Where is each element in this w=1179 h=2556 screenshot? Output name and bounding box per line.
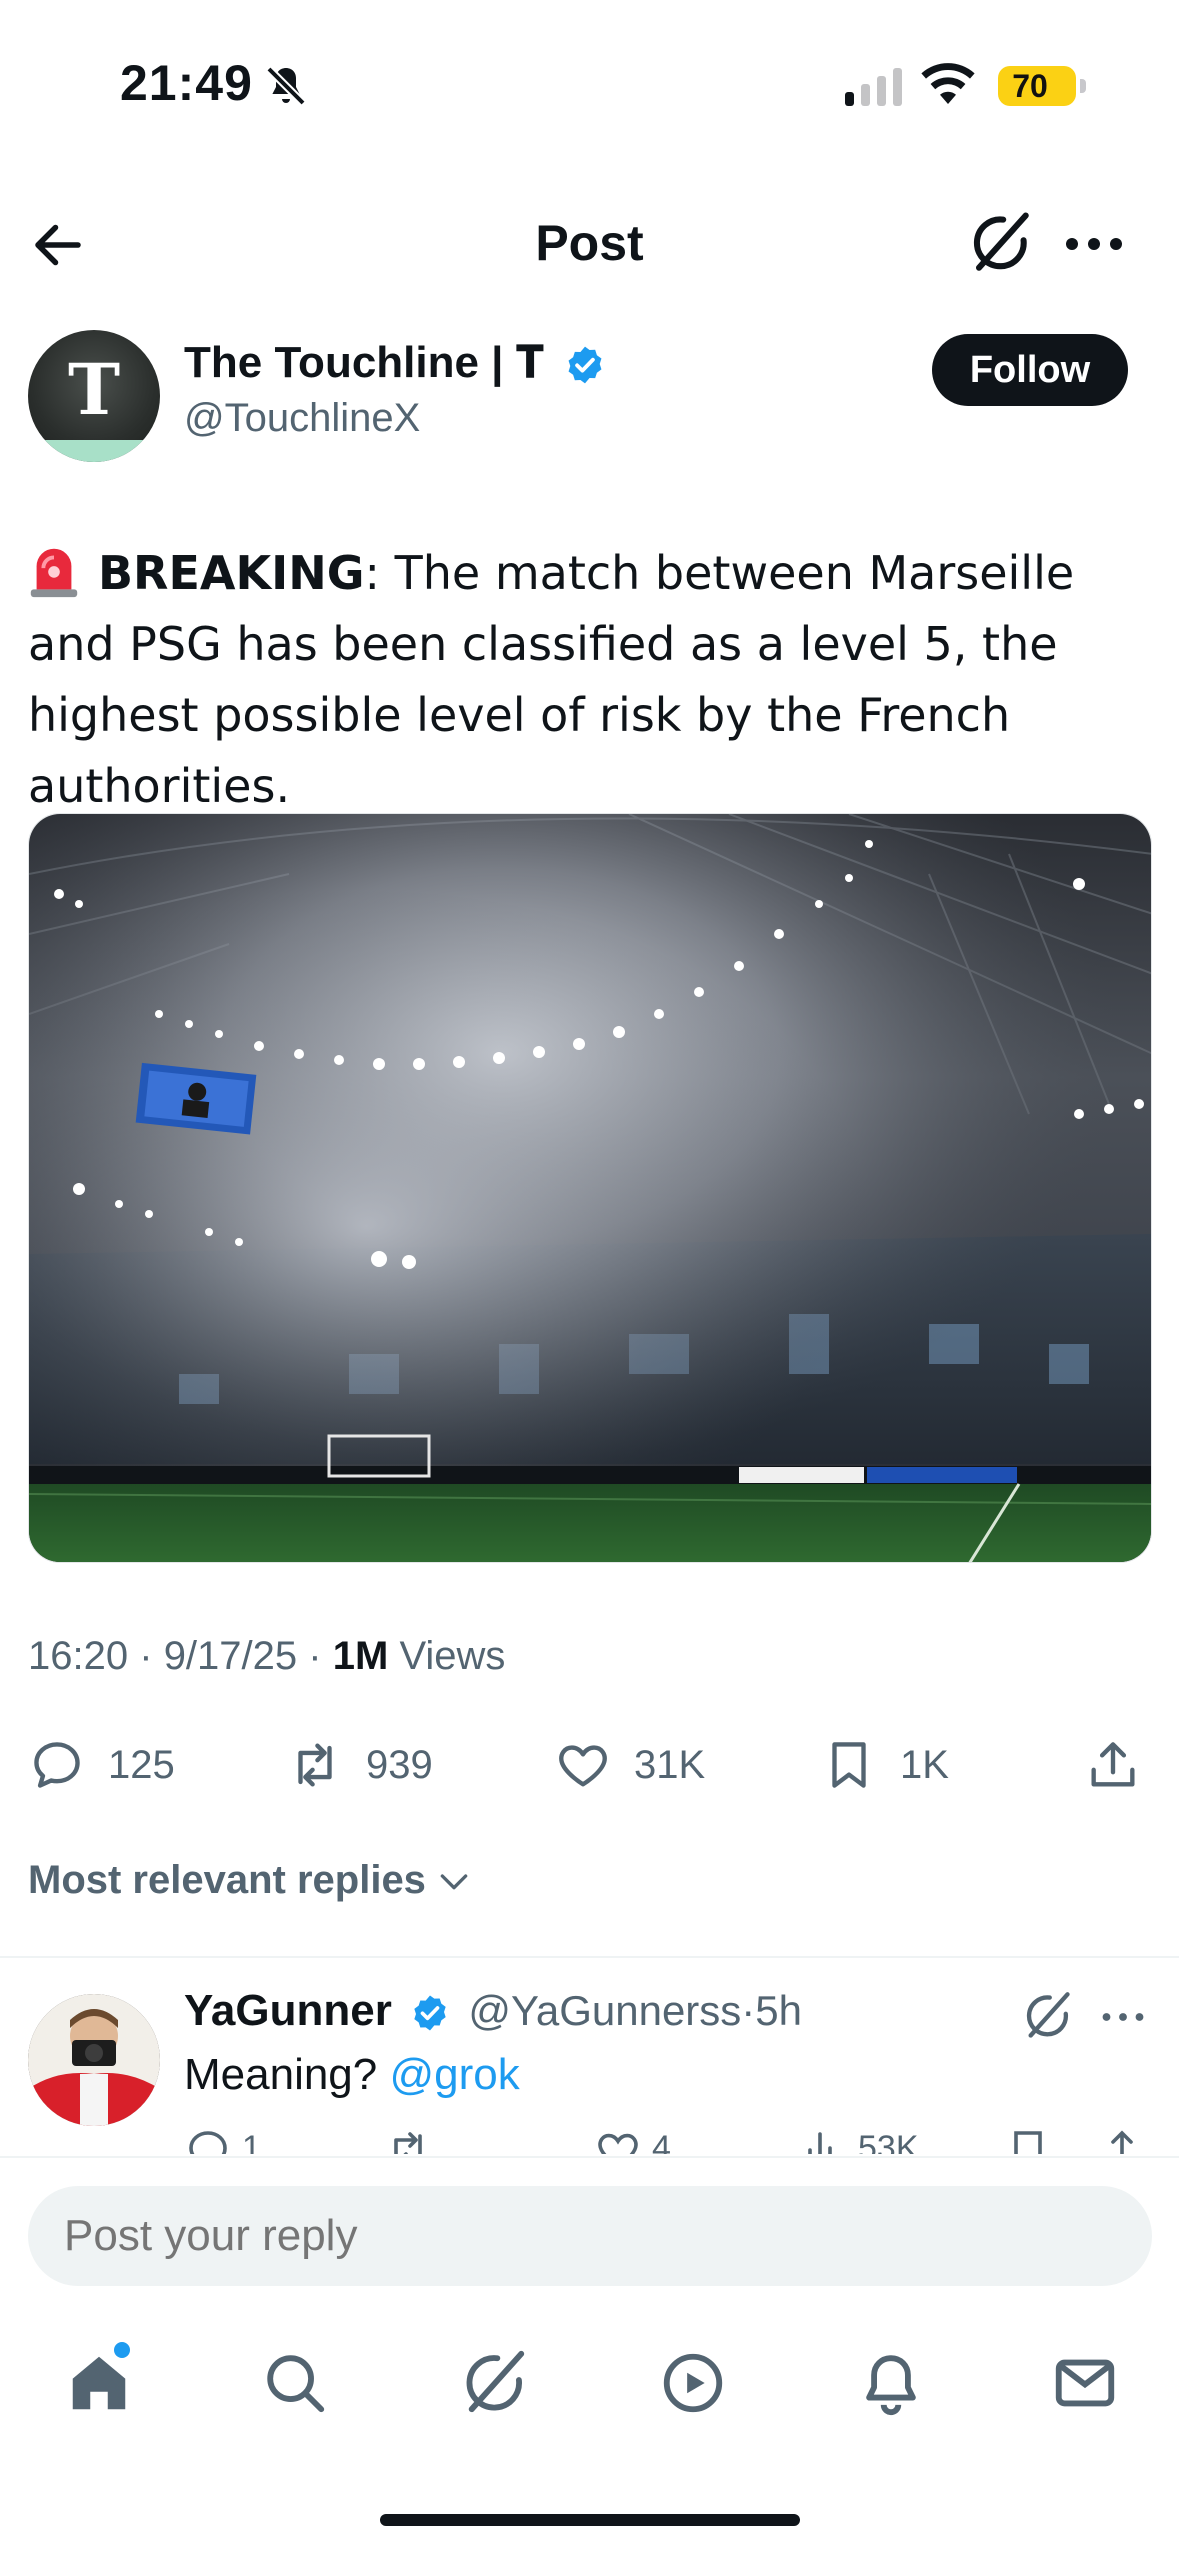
reply-count: 125 bbox=[108, 1742, 175, 1787]
notifications-icon bbox=[866, 2355, 916, 2416]
post-meta: 16:20 · 9/17/25 · 1M Views bbox=[28, 1634, 505, 1679]
replies-sort-label: Most relevant replies bbox=[28, 1858, 426, 1902]
bottom-panel bbox=[0, 2156, 1179, 2556]
stadium-photo bbox=[29, 814, 1151, 1562]
reply-body: Meaning? bbox=[184, 2050, 390, 2099]
bookmark-icon bbox=[832, 1742, 866, 1788]
post-text: BREAKING: The match between Marseille an… bbox=[28, 538, 1158, 822]
like-button[interactable]: 31K bbox=[554, 1730, 705, 1800]
tab-search[interactable] bbox=[250, 2338, 340, 2428]
avatar-strip bbox=[28, 440, 160, 462]
home-indicator[interactable] bbox=[380, 2514, 800, 2526]
bookmark-icon bbox=[1014, 2131, 1042, 2154]
post-date: 9/17/25 bbox=[163, 1634, 298, 1678]
meta-separator: · bbox=[308, 1634, 322, 1678]
home-unread-dot bbox=[114, 2342, 130, 2358]
more-options-icon[interactable] bbox=[1064, 222, 1124, 266]
tab-video[interactable] bbox=[648, 2338, 738, 2428]
reply-share-button[interactable] bbox=[1098, 2126, 1146, 2154]
replies-sort-dropdown[interactable]: Most relevant replies bbox=[28, 1858, 474, 1903]
reply-like-button[interactable]: 4 bbox=[594, 2126, 671, 2154]
tab-home[interactable] bbox=[54, 2338, 144, 2428]
reply-header: YaGunner @YaGunnerss·5h bbox=[184, 1986, 802, 2036]
reply-reply-button[interactable]: 1 bbox=[184, 2126, 261, 2154]
search-icon bbox=[267, 2355, 325, 2413]
like-count: 31K bbox=[634, 1742, 706, 1787]
reply-button[interactable]: 125 bbox=[28, 1730, 175, 1800]
reply-text: Meaning? @grok bbox=[184, 2050, 520, 2100]
share-button[interactable] bbox=[1084, 1730, 1142, 1800]
post-actions: 125 939 31K 1K bbox=[0, 1730, 1179, 1800]
reply-input[interactable] bbox=[28, 2186, 1152, 2286]
tab-messages[interactable] bbox=[1040, 2338, 1130, 2428]
reply-time: 5h bbox=[755, 1987, 803, 2034]
views-label[interactable]: Views bbox=[399, 1634, 505, 1678]
reply-repost-button[interactable] bbox=[384, 2126, 432, 2154]
chevron-down-icon bbox=[440, 1873, 468, 1889]
heart-icon bbox=[598, 2133, 638, 2154]
reply-avatar-photo bbox=[28, 1994, 160, 2126]
grok-icon[interactable] bbox=[968, 210, 1034, 276]
reply-views-count: 53K bbox=[858, 2129, 919, 2154]
reply-actions: 1 4 53K bbox=[0, 2126, 1179, 2154]
status-time: 21:49 bbox=[120, 55, 253, 111]
status-bar: 21:49 70 bbox=[0, 0, 1179, 170]
share-icon bbox=[1091, 1742, 1135, 1787]
reply-reply-count: 1 bbox=[242, 2129, 261, 2154]
meta-separator: · bbox=[139, 1634, 153, 1678]
heart-icon bbox=[559, 1745, 607, 1787]
bookmark-count: 1K bbox=[900, 1742, 949, 1787]
tab-notifications[interactable] bbox=[846, 2338, 936, 2428]
author-handle[interactable]: @TouchlineX bbox=[184, 396, 420, 441]
author-avatar[interactable]: T bbox=[28, 330, 160, 462]
wifi-icon bbox=[921, 63, 975, 104]
views-count[interactable]: 1M bbox=[333, 1634, 389, 1678]
author-name-row[interactable]: The Touchline | 𝐓 bbox=[184, 338, 606, 388]
reply-icon bbox=[34, 1742, 80, 1788]
meta-separator: · bbox=[741, 1987, 756, 2034]
views-icon bbox=[808, 2132, 832, 2154]
reply-author-name[interactable]: YaGunner bbox=[184, 1986, 392, 2035]
cellular-signal-icon bbox=[845, 66, 902, 106]
reply-views-button[interactable]: 53K bbox=[800, 2126, 919, 2154]
author-name[interactable]: The Touchline | 𝐓 bbox=[184, 338, 544, 387]
battery-level: 70 bbox=[1012, 68, 1048, 104]
avatar-logo: T bbox=[67, 348, 121, 431]
home-icon bbox=[72, 2356, 126, 2410]
divider bbox=[0, 1956, 1179, 1958]
tab-grok[interactable] bbox=[450, 2338, 540, 2428]
bookmark-button[interactable]: 1K bbox=[820, 1730, 949, 1800]
battery-cap bbox=[1080, 79, 1086, 93]
reply-author-handle[interactable]: @YaGunnerss bbox=[468, 1987, 741, 2034]
repost-icon bbox=[298, 1743, 332, 1787]
reply-bookmark-button[interactable] bbox=[1004, 2126, 1052, 2154]
more-options-icon[interactable] bbox=[1100, 2002, 1146, 2032]
post-image-stadium[interactable] bbox=[28, 813, 1152, 1563]
reply-like-count: 4 bbox=[652, 2129, 671, 2154]
verified-badge-icon bbox=[568, 347, 602, 384]
post-time: 16:20 bbox=[28, 1634, 129, 1678]
video-icon bbox=[663, 2353, 723, 2413]
reply-avatar[interactable] bbox=[28, 1994, 160, 2126]
siren-icon bbox=[30, 548, 78, 598]
share-icon bbox=[1111, 2130, 1133, 2154]
tab-bar bbox=[0, 2338, 1179, 2448]
follow-button[interactable]: Follow bbox=[932, 334, 1128, 406]
grok-icon[interactable] bbox=[1022, 1990, 1074, 2042]
verified-badge-icon bbox=[414, 1995, 446, 2031]
mention-link[interactable]: @grok bbox=[389, 2050, 519, 2099]
breaking-label: BREAKING bbox=[98, 546, 365, 600]
repost-count: 939 bbox=[366, 1742, 433, 1787]
bell-off-icon bbox=[265, 65, 307, 107]
reply-icon bbox=[189, 2131, 227, 2154]
repost-button[interactable]: 939 bbox=[286, 1730, 433, 1800]
grok-icon bbox=[466, 2350, 525, 2413]
repost-icon bbox=[394, 2132, 422, 2154]
top-nav: Post bbox=[0, 190, 1179, 300]
messages-icon bbox=[1055, 2359, 1115, 2407]
